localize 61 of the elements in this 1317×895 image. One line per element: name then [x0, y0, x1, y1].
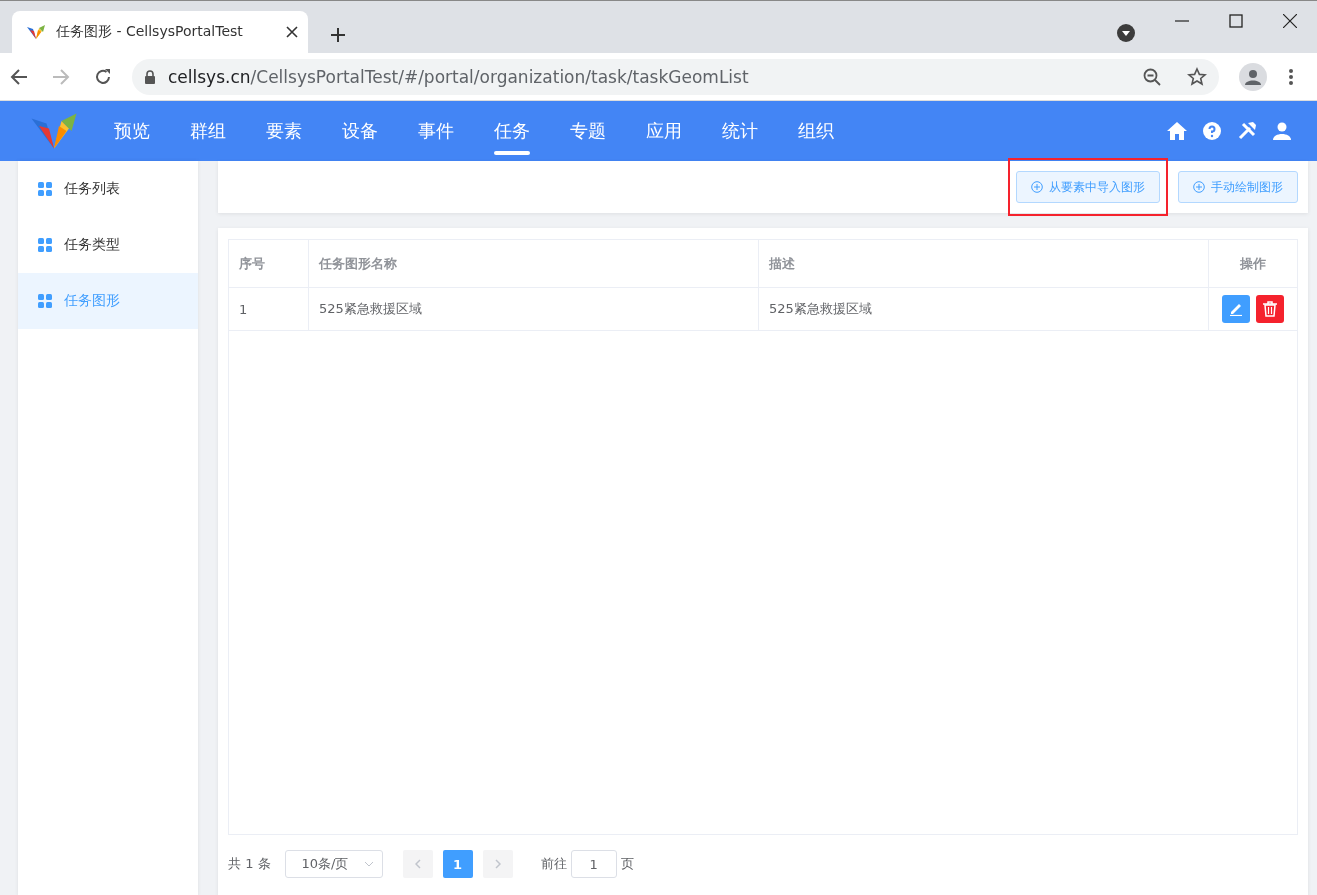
zoom-out-icon[interactable] [1143, 67, 1161, 86]
column-header: 操作 [1208, 240, 1297, 288]
table-cell: 525紧急救援区域 [308, 287, 759, 331]
total-count: 共 1 条 [228, 855, 271, 873]
star-icon[interactable] [1187, 66, 1207, 87]
grid-icon [38, 294, 52, 308]
browser-tab[interactable]: 任务图形 - CellsysPortalTest [12, 11, 308, 53]
action-button[interactable]: 从要素中导入图形 [1016, 171, 1160, 203]
dropdown-icon[interactable] [1117, 24, 1135, 42]
goto-label: 前往 [540, 855, 567, 873]
close-icon[interactable] [286, 26, 298, 38]
user-icon[interactable] [1273, 122, 1291, 140]
page-suffix: 页 [620, 855, 634, 873]
home-icon[interactable] [1167, 122, 1187, 140]
sidebar-item[interactable]: 任务图形 [18, 273, 198, 329]
nav-tab[interactable]: 事件 [398, 101, 474, 161]
back-arrow-icon[interactable] [10, 67, 28, 86]
nav-tab[interactable]: 群组 [170, 101, 246, 161]
profile-avatar[interactable] [1239, 62, 1267, 91]
nav-tab[interactable]: 预览 [94, 101, 170, 161]
chevron-down-icon [363, 861, 374, 867]
column-header: 描述 [758, 240, 1209, 288]
menu-icon[interactable] [1289, 68, 1293, 85]
nav-tab[interactable]: 设备 [322, 101, 398, 161]
plus-icon[interactable] [330, 27, 346, 43]
table-cell: 1 [229, 287, 309, 331]
column-header: 任务图形名称 [308, 240, 759, 288]
lock-icon [144, 69, 156, 84]
trash-icon [1263, 301, 1277, 317]
chevron-left-icon [414, 859, 421, 869]
grid-icon [38, 182, 52, 196]
maximize-icon[interactable] [1229, 14, 1243, 28]
column-header: 序号 [229, 240, 309, 288]
table-cell: 525紧急救援区域 [758, 287, 1209, 331]
sidebar-item[interactable]: 任务列表 [18, 161, 198, 217]
help-icon[interactable] [1203, 122, 1221, 140]
nav-tab[interactable]: 要素 [246, 101, 322, 161]
plus-circle-icon [1031, 181, 1043, 193]
edit-button[interactable] [1222, 295, 1250, 323]
close-icon[interactable] [1283, 14, 1297, 28]
pencil-icon [1229, 302, 1243, 316]
nav-tab[interactable]: 专题 [550, 101, 626, 161]
action-button[interactable]: 手动绘制图形 [1178, 171, 1298, 203]
favicon-icon [26, 24, 46, 40]
reload-icon[interactable] [94, 67, 112, 86]
goto-page-field[interactable]: 1 [570, 850, 617, 878]
page-number[interactable]: 1 [442, 850, 473, 878]
plus-circle-icon [1193, 181, 1205, 193]
url-text: cellsys.cn/CellsysPortalTest/#/portal/organization/task/taskGeomList [168, 66, 750, 87]
sidebar-item[interactable]: 任务类型 [18, 217, 198, 273]
nav-tab[interactable]: 组织 [778, 101, 854, 161]
nav-tab[interactable]: 统计 [702, 101, 778, 161]
chevron-right-icon [494, 859, 501, 869]
nav-tab[interactable]: 任务 [474, 101, 550, 161]
delete-button[interactable] [1256, 295, 1284, 323]
address-bar[interactable]: cellsys.cn/CellsysPortalTest/#/portal/organization/task/taskGeomList [132, 58, 1219, 95]
nav-tab[interactable]: 应用 [626, 101, 702, 161]
page-size-select[interactable]: 10条/页 [284, 850, 383, 878]
tab-title: 任务图形 - CellsysPortalTest [56, 23, 244, 41]
grid-icon [38, 238, 52, 252]
tools-icon[interactable] [1237, 121, 1257, 141]
